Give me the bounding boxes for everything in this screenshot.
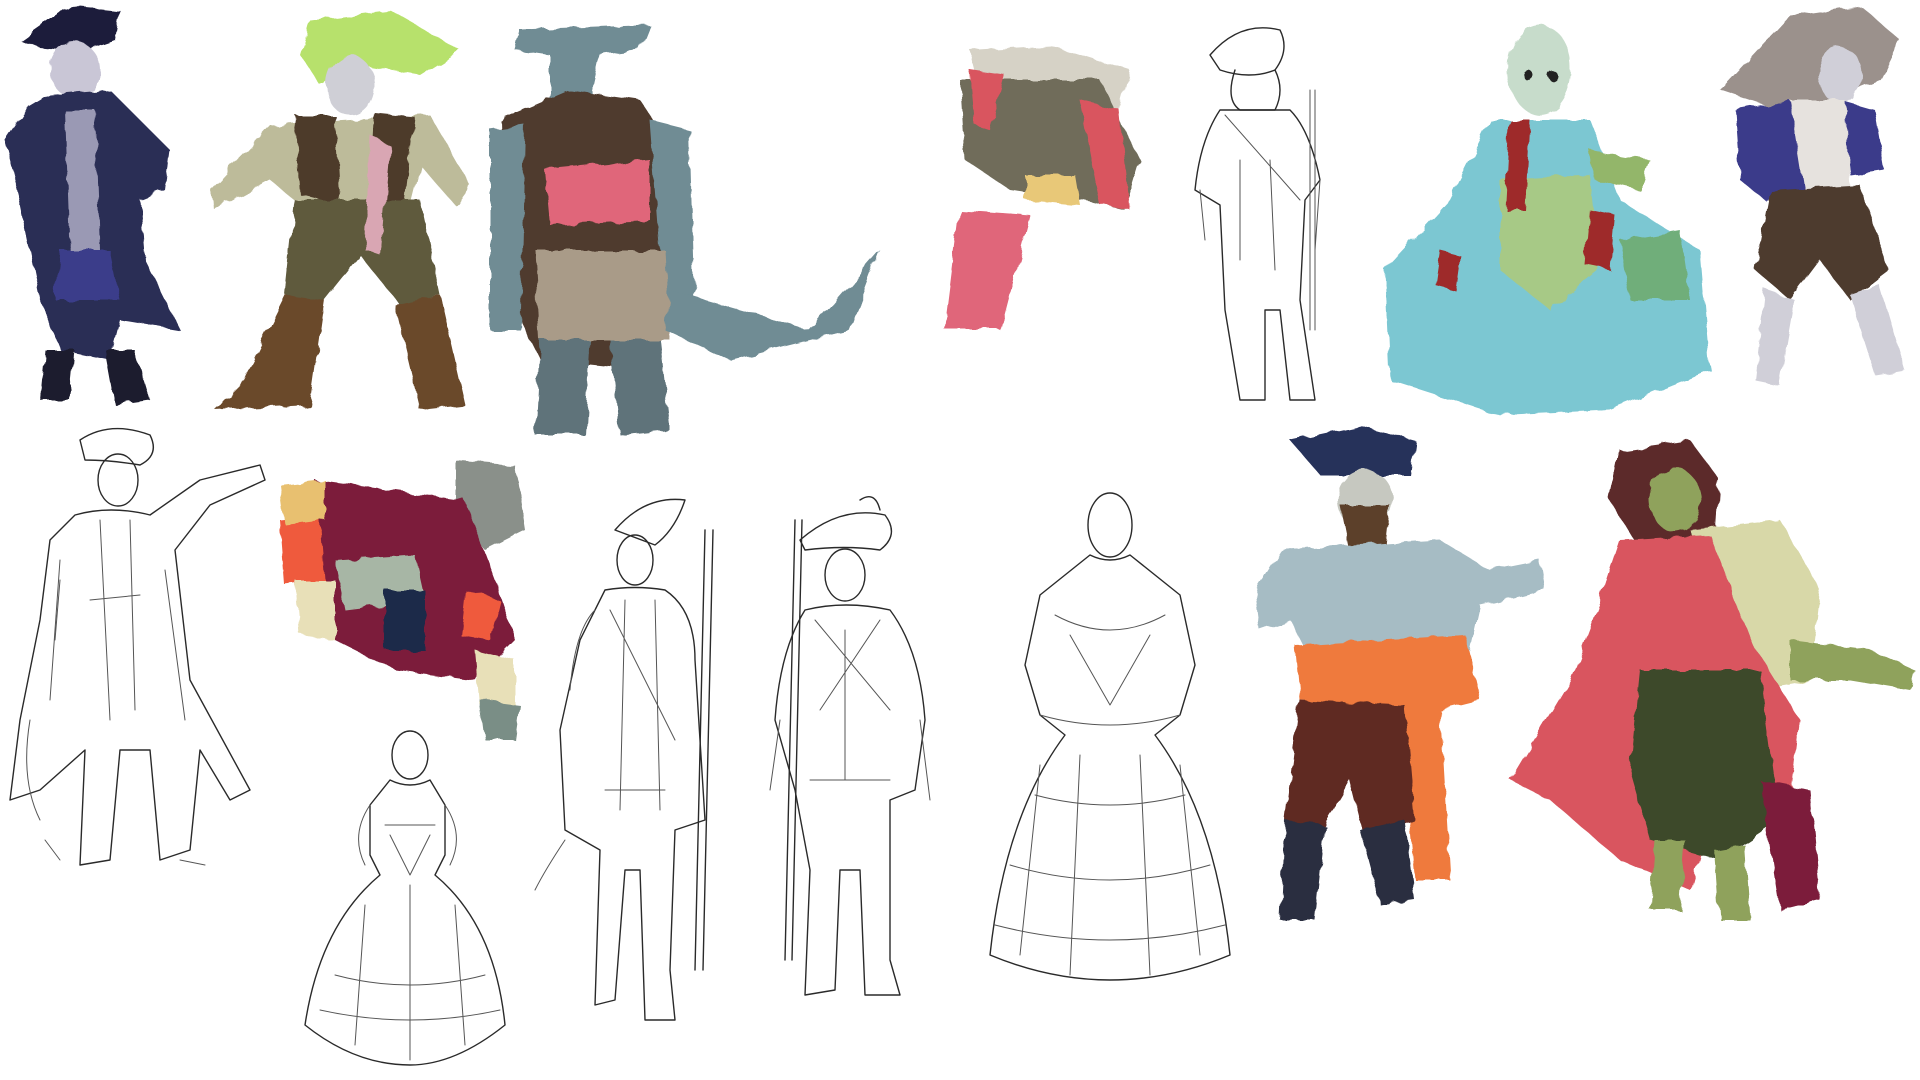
gown-lady-small-sketch-figure <box>295 725 525 1070</box>
hammerhead-shark-pirate-figure <box>480 10 890 450</box>
green-skinned-red-cloak-woman-figure <box>1490 440 1920 930</box>
pointing-captain-sketch-figure <box>0 420 280 890</box>
tricorn-ghost-captain-figure <box>0 0 220 420</box>
bloody-gown-lady-ghost-figure <box>1380 10 1720 420</box>
redcoat-musket-soldier-sketch-figure <box>534 490 735 1030</box>
green-haired-pirate-figure <box>200 5 490 425</box>
hunched-zombie-pirate-figure <box>275 440 545 740</box>
ruffled-gown-lady-sketch-figure <box>980 485 1240 1025</box>
plumed-hat-soldier-sketch-figure <box>750 490 950 1010</box>
redcoat-soldier-back-sketch-figure <box>1180 10 1340 410</box>
long-haired-zombie-sailor-figure <box>1710 0 1920 400</box>
sleeping-cat-pirate-fragment-figure <box>930 40 1150 340</box>
